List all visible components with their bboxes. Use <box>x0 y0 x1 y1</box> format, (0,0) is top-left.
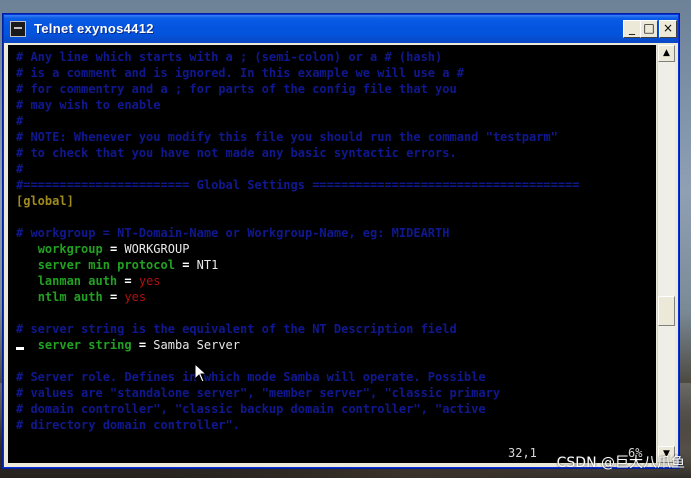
setting-line: lanman auth = yes <box>16 273 161 289</box>
setting-line: ntlm auth = yes <box>16 289 146 305</box>
minimize-button[interactable]: _ <box>623 20 641 38</box>
terminal-line: # is a comment and is ignored. In this e… <box>16 66 464 80</box>
terminal-line: # Any line which starts with a ; (semi-c… <box>16 50 443 64</box>
setting-key: server string <box>37 338 132 352</box>
setting-value: yes <box>138 274 161 288</box>
setting-value: Samba Server <box>153 338 240 352</box>
setting-equals: = <box>131 338 154 352</box>
scroll-up-button[interactable]: ▲ <box>658 45 675 62</box>
close-button[interactable]: × <box>659 20 677 38</box>
setting-line: server min protocol = NT1 <box>16 257 219 273</box>
scroll-thumb[interactable] <box>658 296 675 326</box>
terminal-line: # may wish to enable <box>16 98 161 112</box>
terminal-line: # <box>16 114 24 128</box>
window-title: Telnet exynos4412 <box>34 21 154 36</box>
setting-value: WORKGROUP <box>124 242 190 256</box>
setting-equals: = <box>117 274 139 288</box>
terminal-icon[interactable] <box>10 21 26 37</box>
terminal-line: # server string is the equivalent of the… <box>16 322 457 336</box>
section-header: [global] <box>16 194 74 208</box>
terminal-line: # to check that you have not made any ba… <box>16 146 457 160</box>
status-position: 32,1 <box>508 446 537 460</box>
terminal-line: # directory domain controller". <box>16 418 240 432</box>
telnet-window[interactable]: Telnet exynos4412 _ □ × # Any line which… <box>3 14 679 468</box>
terminal-line: #======================= Global Settings… <box>16 178 580 192</box>
setting-key: lanman auth <box>37 274 118 288</box>
terminal-line: # <box>16 162 24 176</box>
setting-key: workgroup <box>37 242 103 256</box>
terminal-line: # Server role. Defines in which mode Sam… <box>16 370 486 384</box>
terminal-line: # workgroup = NT-Domain-Name or Workgrou… <box>16 226 450 240</box>
vertical-scrollbar[interactable]: ▲ ▼ <box>657 45 675 463</box>
setting-equals: = <box>174 258 197 272</box>
setting-key: server min protocol <box>37 258 175 272</box>
setting-equals: = <box>102 242 125 256</box>
mouse-pointer-icon <box>194 363 208 383</box>
maximize-button[interactable]: □ <box>640 20 658 38</box>
setting-equals: = <box>102 290 125 304</box>
terminal-line: # NOTE: Whenever you modify this file yo… <box>16 130 558 144</box>
watermark: CSDN @巨大八爪鱼 <box>556 455 685 471</box>
setting-key: ntlm auth <box>37 290 103 304</box>
setting-line: workgroup = WORKGROUP <box>16 241 190 257</box>
text-cursor <box>16 347 24 350</box>
title-bar[interactable]: Telnet exynos4412 _ □ × <box>4 15 678 43</box>
setting-line: server string = Samba Server <box>16 337 240 353</box>
terminal-screen[interactable]: # Any line which starts with a ; (semi-c… <box>8 45 656 463</box>
setting-value: yes <box>124 290 147 304</box>
terminal-line: # domain controller", "classic backup do… <box>16 402 486 416</box>
terminal-line: # values are "standalone server", "membe… <box>16 386 501 400</box>
setting-value: NT1 <box>196 258 219 272</box>
terminal-line: # for commentry and a ; for parts of the… <box>16 82 457 96</box>
